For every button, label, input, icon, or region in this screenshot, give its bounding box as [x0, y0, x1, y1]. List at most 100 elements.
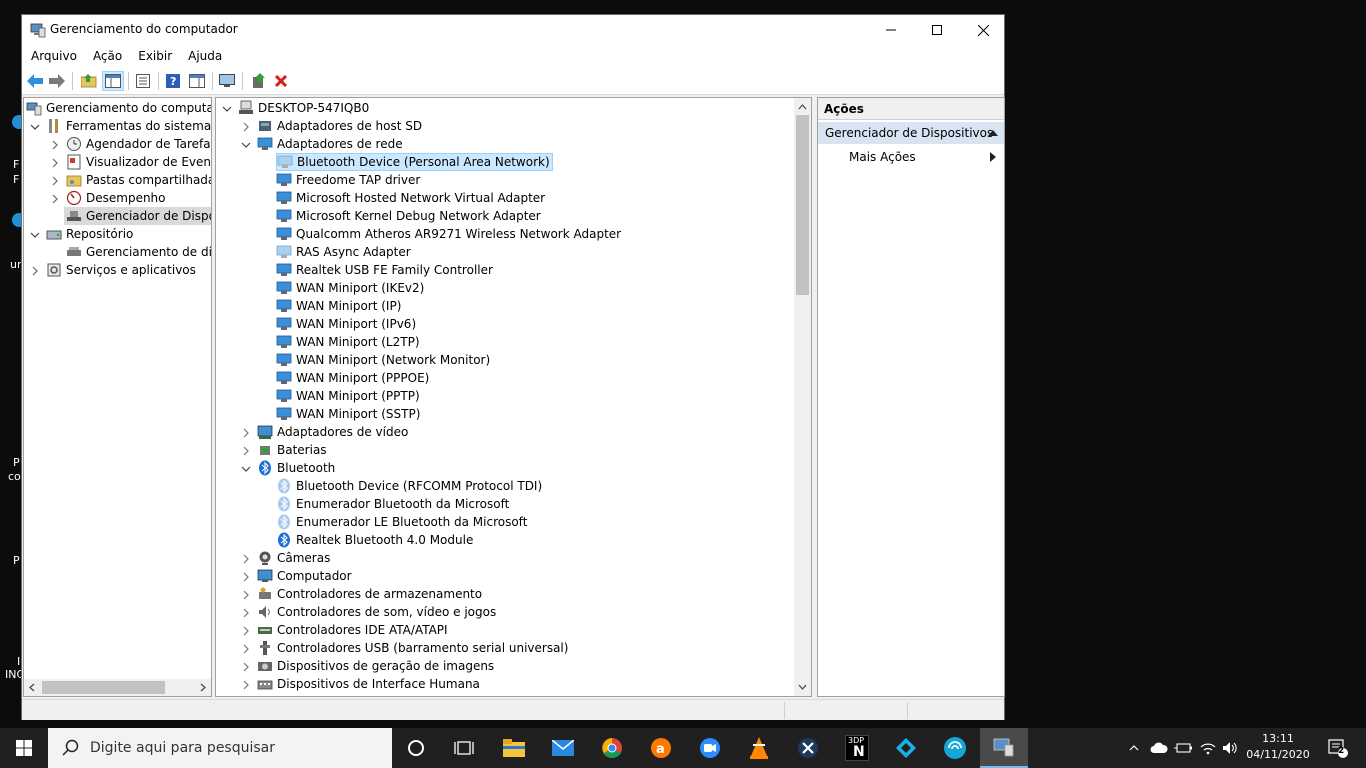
chevron-down-icon[interactable] [241, 464, 251, 474]
chevron-right-icon[interactable] [50, 176, 60, 186]
more-actions-item[interactable]: Mais Ações [818, 146, 1004, 168]
forward-button[interactable] [46, 71, 68, 91]
uninstall-device-button[interactable] [270, 71, 292, 91]
chevron-right-icon[interactable] [241, 644, 251, 654]
device-item[interactable]: WAN Miniport (PPTP) [276, 387, 420, 405]
device-category[interactable]: Controladores de armazenamento [257, 585, 482, 603]
scroll-thumb[interactable] [42, 681, 165, 694]
device-item[interactable]: Bluetooth Device (RFCOMM Protocol TDI) [276, 477, 542, 495]
device-item[interactable]: Microsoft Kernel Debug Network Adapter [276, 207, 541, 225]
chevron-right-icon[interactable] [241, 446, 251, 456]
tree-item-performance[interactable]: Desempenho [66, 189, 166, 207]
volume-tray-icon[interactable] [1220, 728, 1240, 768]
device-item[interactable]: Freedome TAP driver [276, 171, 420, 189]
device-item[interactable]: Microsoft Hosted Network Virtual Adapter [276, 189, 545, 207]
tree-item-device-manager[interactable]: Gerenciador de Disposit [64, 207, 211, 225]
cortana-button[interactable] [392, 728, 440, 768]
chevron-right-icon[interactable] [241, 554, 251, 564]
device-item[interactable]: Realtek USB FE Family Controller [276, 261, 493, 279]
device-category[interactable]: Controladores de som, vídeo e jogos [257, 603, 496, 621]
menu-exibir[interactable]: Exibir [131, 45, 179, 67]
title-bar[interactable]: Gerenciamento do computador [22, 15, 1004, 45]
device-category[interactable]: Bluetooth [257, 459, 335, 477]
chevron-right-icon[interactable] [50, 158, 60, 168]
tree-item-storage[interactable]: Repositório [46, 225, 133, 243]
close-button[interactable] [960, 15, 1006, 45]
device-category[interactable]: Adaptadores de vídeo [257, 423, 408, 441]
device-item[interactable]: Enumerador LE Bluetooth da Microsoft [276, 513, 527, 531]
battery-tray-icon[interactable] [1172, 728, 1194, 768]
device-item[interactable]: WAN Miniport (IPv6) [276, 315, 416, 333]
network-tray-icon[interactable] [1197, 728, 1219, 768]
menu-acao[interactable]: Ação [86, 45, 129, 67]
actions-section-device-manager[interactable]: Gerenciador de Dispositivos [818, 122, 1004, 144]
action-center-button[interactable]: 2 [1318, 728, 1358, 768]
taskbar-file-explorer[interactable] [490, 728, 538, 768]
tree-item-computer-management[interactable]: Gerenciamento do computado [26, 99, 211, 117]
search-box[interactable]: Digite aqui para pesquisar [48, 728, 392, 768]
chevron-right-icon[interactable] [241, 122, 251, 132]
chevron-right-icon[interactable] [50, 140, 60, 150]
chevron-right-icon[interactable] [241, 626, 251, 636]
chevron-right-icon[interactable] [241, 662, 251, 672]
device-item[interactable]: Bluetooth Device (Personal Area Network) [276, 153, 553, 171]
device-category[interactable]: Câmeras [257, 549, 330, 567]
device-item[interactable]: WAN Miniport (IKEv2) [276, 279, 424, 297]
taskbar-zoom[interactable] [686, 728, 734, 768]
device-item[interactable]: WAN Miniport (Network Monitor) [276, 351, 490, 369]
tree-item-event-viewer[interactable]: Visualizador de Eventos [66, 153, 211, 171]
chevron-right-icon[interactable] [241, 428, 251, 438]
tree-item-services-apps[interactable]: Serviços e aplicativos [46, 261, 196, 279]
chevron-down-icon[interactable] [30, 122, 40, 132]
device-item[interactable]: Realtek Bluetooth 4.0 Module [276, 531, 473, 549]
up-folder-button[interactable] [78, 71, 100, 91]
scan-hardware-button[interactable] [216, 71, 238, 91]
tree-item-task-scheduler[interactable]: Agendador de Tarefas [66, 135, 211, 153]
chevron-down-icon[interactable] [30, 230, 40, 240]
tree-item-disk-management[interactable]: Gerenciamento de disco [66, 243, 211, 261]
taskbar-kodi[interactable] [882, 728, 930, 768]
device-category[interactable]: Controladores USB (barramento serial uni… [257, 639, 568, 657]
maximize-button[interactable] [914, 15, 960, 45]
taskbar-computer-management[interactable] [980, 728, 1028, 768]
device-item[interactable]: Qualcomm Atheros AR9271 Wireless Network… [276, 225, 621, 243]
show-hide-console-tree-button[interactable] [102, 71, 124, 91]
device-item[interactable]: WAN Miniport (SSTP) [276, 405, 420, 423]
properties-button[interactable] [132, 71, 154, 91]
show-hide-action-pane-button[interactable] [186, 71, 208, 91]
taskbar-vlc[interactable] [735, 728, 783, 768]
taskbar-wifi-app[interactable] [931, 728, 979, 768]
menu-arquivo[interactable]: Arquivo [24, 45, 84, 67]
device-category[interactable]: Controladores IDE ATA/ATAPI [257, 621, 448, 639]
taskbar-mail[interactable] [539, 728, 587, 768]
device-category[interactable]: Dispositivos de geração de imagens [257, 657, 494, 675]
taskbar-xbox[interactable] [784, 728, 832, 768]
update-driver-button[interactable] [248, 71, 270, 91]
taskbar-avast[interactable]: a [637, 728, 685, 768]
device-item[interactable]: WAN Miniport (IP) [276, 297, 401, 315]
chevron-right-icon[interactable] [50, 194, 60, 204]
chevron-right-icon[interactable] [241, 590, 251, 600]
device-item[interactable]: RAS Async Adapter [276, 243, 411, 261]
show-hidden-icons-button[interactable] [1126, 728, 1142, 768]
device-tree-root[interactable]: DESKTOP-547IQB0 [238, 99, 369, 117]
chevron-right-icon[interactable] [241, 608, 251, 618]
taskbar-clock[interactable]: 13:11 04/11/2020 [1244, 731, 1312, 763]
chevron-right-icon[interactable] [241, 572, 251, 582]
chevron-right-icon[interactable] [241, 680, 251, 690]
device-category[interactable]: Adaptadores de host SD [257, 117, 422, 135]
task-view-button[interactable] [440, 728, 488, 768]
tree-item-shared-folders[interactable]: Pastas compartilhadas [66, 171, 211, 189]
tree-item-system-tools[interactable]: Ferramentas do sistema [46, 117, 211, 135]
device-item[interactable]: Enumerador Bluetooth da Microsoft [276, 495, 509, 513]
vertical-scrollbar[interactable] [794, 98, 811, 696]
start-button[interactable] [0, 728, 48, 768]
menu-ajuda[interactable]: Ajuda [181, 45, 229, 67]
taskbar-chrome[interactable] [588, 728, 636, 768]
back-button[interactable] [24, 71, 46, 91]
device-item[interactable]: WAN Miniport (PPPOE) [276, 369, 429, 387]
device-category[interactable]: Computador [257, 567, 352, 585]
device-category[interactable]: Baterias [257, 441, 327, 459]
device-item[interactable]: WAN Miniport (L2TP) [276, 333, 420, 351]
taskbar-3dp-net[interactable]: 3DP N [833, 728, 881, 768]
